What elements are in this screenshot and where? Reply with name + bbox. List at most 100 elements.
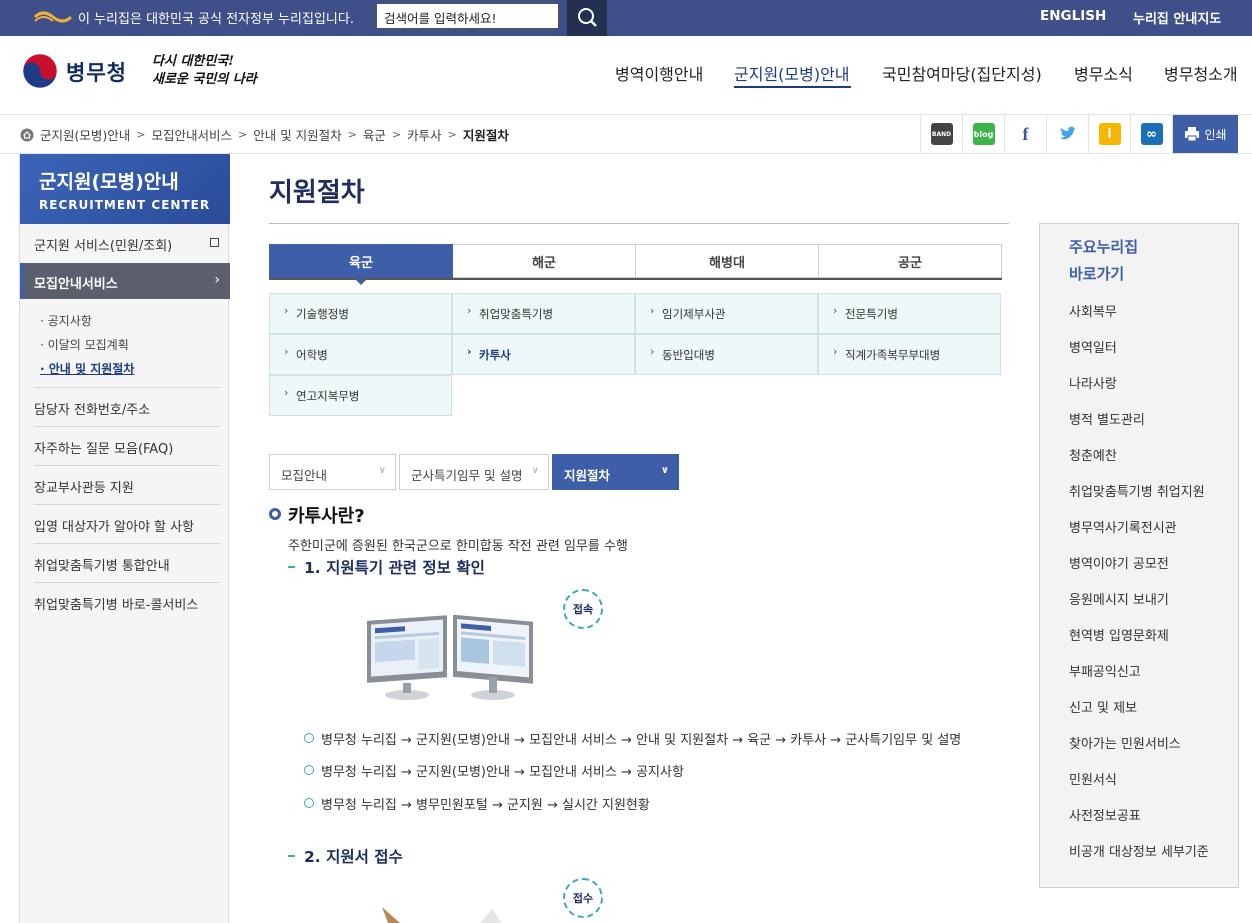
band-icon: BAND [930, 123, 953, 145]
divider [34, 426, 220, 427]
english-link[interactable]: ENGLISH [1040, 8, 1106, 24]
lnb-sub-notice[interactable]: · 공지사항 [40, 312, 92, 329]
category-label: 임기제부사관 [662, 307, 726, 321]
breadcrumb-sep: > [391, 128, 402, 141]
print-button[interactable]: 인쇄 [1172, 115, 1238, 153]
lnb-item-enlist[interactable]: 입영 대상자가 알아야 할 사항 [34, 516, 194, 535]
gnb-item-about[interactable]: 병무청소개 [1164, 61, 1238, 85]
lnb-sub-procedure[interactable]: · 안내 및 지원절차 [40, 360, 134, 377]
share-twitter-button[interactable] [1046, 115, 1088, 153]
category-item[interactable]: 연고지복무병 [269, 375, 452, 416]
category-item[interactable]: 직계가족복무부대병 [818, 334, 1001, 375]
quick-link[interactable]: 민원서식 [1069, 769, 1117, 788]
quick-link[interactable]: 병적 별도관리 [1069, 409, 1145, 428]
lnb-title: 군지원(모병)안내 [39, 171, 179, 193]
dropdown-procedure[interactable]: 지원절차 ∨ [552, 454, 679, 490]
share-link-button[interactable]: ∞ [1130, 115, 1172, 153]
quick-link[interactable]: 병역일터 [1069, 337, 1117, 356]
breadcrumb-item[interactable]: 안내 및 지원절차 [253, 125, 341, 144]
dropdown-guide[interactable]: 모집안내 ∨ [269, 454, 396, 490]
lnb-item-faq[interactable]: 자주하는 질문 모음(FAQ) [34, 438, 173, 457]
chevron-down-icon: ∨ [531, 465, 539, 476]
share-facebook-button[interactable]: f [1004, 115, 1046, 153]
lnb-item-call[interactable]: 취업맞춤특기병 바로-콜서비스 [34, 594, 198, 613]
category-item[interactable]: 임기제부사관 [635, 293, 818, 334]
quick-link[interactable]: 취업맞춤특기병 취업지원 [1069, 481, 1205, 500]
quick-links-title: 주요누리집 바로가기 [1069, 234, 1138, 288]
lnb-sub-label: 이달의 모집계획 [47, 338, 129, 352]
quick-link[interactable]: 찾아가는 민원서비스 [1069, 733, 1181, 752]
collapse-icon[interactable] [210, 238, 219, 247]
quick-link[interactable]: 병역이야기 공모전 [1069, 553, 1169, 572]
quick-link[interactable]: 현역병 입영문화제 [1069, 625, 1169, 644]
category-item[interactable]: 어학병 [269, 334, 452, 375]
quick-link[interactable]: 응원메시지 보내기 [1069, 589, 1169, 608]
breadcrumb-item[interactable]: 모집안내서비스 [151, 125, 232, 144]
divider [34, 465, 220, 466]
tab-airforce[interactable]: 공군 [819, 244, 1002, 278]
chevron-down-icon: ∨ [660, 465, 669, 476]
category-item[interactable]: 동반입대병 [635, 334, 818, 375]
divider [34, 504, 220, 505]
slogan: 다시 대한민국! 새로운 국민의 나라 [152, 53, 257, 89]
divider [34, 543, 220, 544]
gnb-item-recruit[interactable]: 군지원(모병)안내 [734, 61, 850, 85]
sitemap-link[interactable]: 누리집 안내지도 [1133, 8, 1221, 27]
share-band-button[interactable]: BAND [920, 115, 962, 153]
quick-link[interactable]: 비공개 대상정보 세부기준 [1069, 841, 1209, 860]
quick-title-line: 주요누리집 [1069, 238, 1139, 256]
lnb-sub-plan[interactable]: · 이달의 모집계획 [40, 336, 129, 353]
quick-link[interactable]: 나라사랑 [1069, 373, 1117, 392]
quick-link[interactable]: 사전정보공표 [1069, 805, 1141, 824]
tab-army[interactable]: 육군 [269, 244, 453, 285]
category-item[interactable]: 취업맞춤특기병 [452, 293, 635, 334]
gnb-item-participation[interactable]: 국민참여마당(집단지성) [882, 61, 1042, 85]
gnb-item-news[interactable]: 병무소식 [1074, 61, 1133, 85]
section-heading: 카투사란? [288, 506, 365, 527]
share-kakaostory-button[interactable]: i [1088, 115, 1130, 153]
search-input[interactable]: 검색어를 입력하세요! [376, 3, 559, 29]
dropdown-label: 지원절차 [564, 468, 611, 483]
lnb-sub-label: 안내 및 지원절차 [48, 362, 135, 376]
printer-icon [1185, 127, 1200, 142]
quick-link[interactable]: 사회복무 [1069, 301, 1117, 320]
monitors-illustration [367, 614, 533, 700]
quick-link[interactable]: 병무역사기록전시관 [1069, 517, 1177, 536]
search-button[interactable] [567, 0, 607, 36]
category-item[interactable]: 전문특기병 [818, 293, 1001, 334]
dropdown-duty[interactable]: 군사특기임무 및 설명 ∨ [399, 454, 549, 490]
tab-navy[interactable]: 해군 [453, 244, 636, 278]
breadcrumb-item[interactable]: 카투사 [407, 125, 442, 144]
share-blog-button[interactable]: blog [962, 115, 1004, 153]
category-label: 기술행정병 [296, 307, 349, 321]
quick-link[interactable]: 청춘예찬 [1069, 445, 1117, 464]
lnb-item-active[interactable]: 모집안내서비스 › [20, 263, 230, 299]
home-icon[interactable] [20, 128, 34, 142]
taegeuk-logo-icon[interactable] [22, 53, 58, 89]
breadcrumb-sep: > [136, 128, 146, 141]
breadcrumb-item[interactable]: 군지원(모병)안내 [40, 125, 130, 144]
logo-text[interactable]: 병무청 [66, 57, 127, 87]
lnb-item-service[interactable]: 군지원 서비스(민원/조회) [34, 235, 172, 254]
gnb-active-underline [734, 86, 851, 88]
breadcrumb: 군지원(모병)안내 > 모집안내서비스 > 안내 및 지원절차 > 육군 > 카… [20, 125, 509, 144]
lnb-item-contact[interactable]: 담당자 전화번호/주소 [34, 399, 150, 418]
path-item: 병무청 누리집 → 군지원(모병)안내 → 모집안내 서비스 → 공지사항 [304, 761, 684, 780]
divider [34, 582, 220, 583]
step-heading-2: 2. 지원서 접수 [304, 848, 403, 866]
gnb-item-service[interactable]: 병역이행안내 [615, 61, 703, 85]
lnb-header: 군지원(모병)안내 RECRUITMENT CENTER [20, 154, 230, 224]
search-icon [578, 8, 597, 27]
access-badge: 접속 [563, 589, 603, 629]
quick-link[interactable]: 신고 및 제보 [1069, 697, 1137, 716]
category-item[interactable]: 기술행정병 [269, 293, 452, 334]
print-label: 인쇄 [1204, 127, 1227, 142]
lnb-item-officer[interactable]: 장교부사관등 지원 [34, 477, 134, 496]
quick-link[interactable]: 부패공익신고 [1069, 661, 1141, 680]
tab-marine[interactable]: 해병대 [636, 244, 819, 278]
dropdown-label: 모집안내 [281, 468, 328, 483]
lnb-item-custom[interactable]: 취업맞춤특기병 통합안내 [34, 555, 170, 574]
page-title: 지원절차 [269, 178, 365, 208]
breadcrumb-item[interactable]: 육군 [363, 125, 386, 144]
category-item-active[interactable]: 카투사 [452, 334, 635, 375]
